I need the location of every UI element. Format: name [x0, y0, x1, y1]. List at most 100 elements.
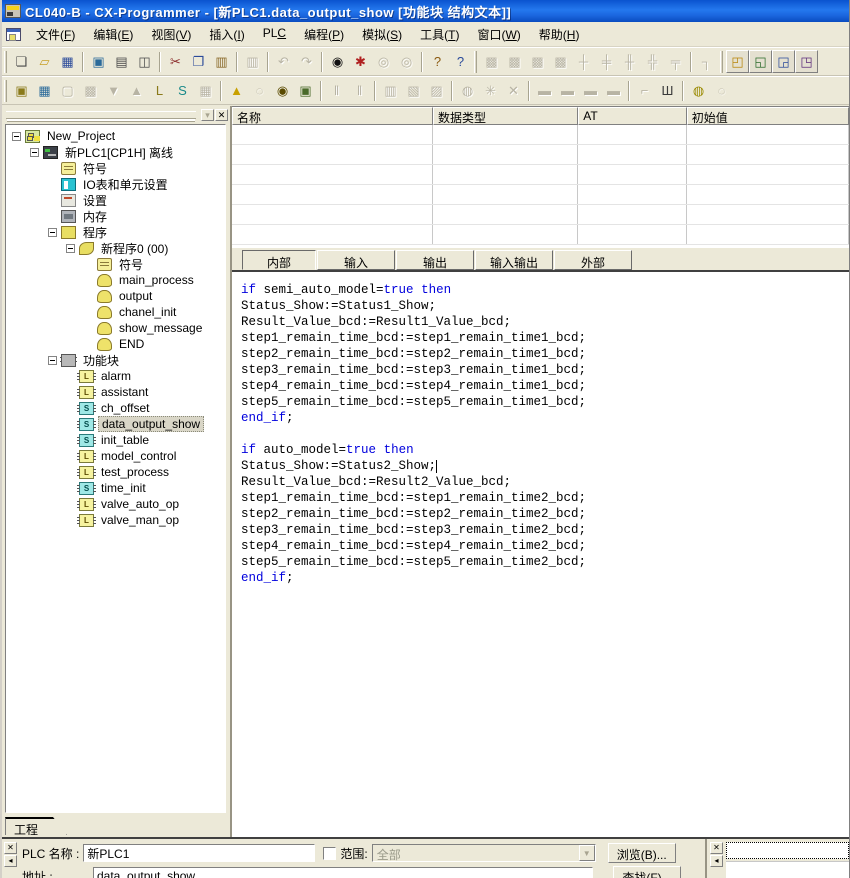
work-online-simulator-button[interactable]: ▦ [33, 79, 56, 102]
tree-item-output[interactable]: output [6, 288, 225, 304]
watch-cell-2[interactable] [726, 861, 849, 878]
find-error-button[interactable]: ◉ [271, 79, 294, 102]
tree-item-ch_offset[interactable]: Sch_offset [6, 400, 225, 416]
address-bar-collapse-icon[interactable]: ◂ [4, 855, 17, 867]
print-button[interactable]: ▤ [110, 50, 133, 73]
toolbar-grip[interactable] [720, 51, 723, 73]
tree-item--0-00-[interactable]: 新程序0 (00) [6, 240, 225, 256]
tree-expander-icon[interactable] [48, 228, 57, 237]
tree-item--[interactable]: 功能块 [6, 352, 225, 368]
tree-item--plc1-cp1h-[interactable]: 新PLC1[CP1H] 离线 [6, 144, 225, 160]
help-button[interactable]: ? [426, 50, 449, 73]
new-file-button[interactable]: ❏ [10, 50, 33, 73]
workspace-drag-grip[interactable] [6, 111, 196, 119]
show-rungs-button[interactable]: Ш [656, 79, 679, 102]
tree-expander-icon[interactable] [48, 356, 57, 365]
tab-输入输出[interactable]: 输入输出 [475, 250, 553, 270]
variable-table-empty-row[interactable] [232, 205, 849, 225]
toolbar-grip[interactable] [474, 51, 477, 73]
paste-button[interactable]: ▥ [210, 50, 233, 73]
tree-item-alarm[interactable]: Lalarm [6, 368, 225, 384]
column-header-AT[interactable]: AT [578, 107, 686, 125]
tree-item-valve_man_op[interactable]: Lvalve_man_op [6, 512, 225, 528]
find-button[interactable]: ◉ [326, 50, 349, 73]
browse-button[interactable]: 浏览(B)... [608, 843, 676, 863]
tab-输出[interactable]: 输出 [396, 250, 474, 270]
menu-item-c[interactable]: PLC [254, 23, 295, 46]
tree-item--[interactable]: 程序 [6, 224, 225, 240]
address-bar-close-icon[interactable]: ✕ [4, 842, 17, 854]
scope-checkbox[interactable] [323, 847, 336, 860]
save-file-button[interactable]: ▦ [56, 50, 79, 73]
tree-item-time_init[interactable]: Stime_init [6, 480, 225, 496]
tree-expander-icon[interactable] [66, 244, 75, 253]
toggle-watch-window-button[interactable]: ◳ [795, 50, 818, 73]
column-header-数据类型[interactable]: 数据类型 [433, 107, 578, 125]
context-help-button[interactable]: ? [449, 50, 472, 73]
menu-item-f[interactable]: 文件(F) [27, 23, 84, 46]
menu-item-t[interactable]: 工具(T) [411, 23, 468, 46]
toggle-ladder-window-button[interactable]: ◱ [749, 50, 772, 73]
cut-button[interactable]: ✂ [164, 50, 187, 73]
tree-item--[interactable]: 设置 [6, 192, 225, 208]
compile-button[interactable]: ▣ [87, 50, 110, 73]
tree-expander-icon[interactable] [30, 148, 39, 157]
tab-内部[interactable]: 内部 [242, 250, 316, 270]
tree-item-test_process[interactable]: Ltest_process [6, 464, 225, 480]
address-input[interactable] [93, 867, 593, 878]
new-st-function-block-button[interactable]: S [171, 79, 194, 102]
toggle-mnemonic-window-button[interactable]: ◲ [772, 50, 795, 73]
tree-item-new_project[interactable]: New_Project [6, 128, 225, 144]
watch-collapse-icon[interactable]: ◂ [710, 855, 723, 867]
tree-item-end[interactable]: END [6, 336, 225, 352]
copy-button[interactable]: ❐ [187, 50, 210, 73]
plc-error-log-button[interactable]: ▣ [294, 79, 317, 102]
tree-item-assistant[interactable]: Lassistant [6, 384, 225, 400]
st-code-editor[interactable]: if semi_auto_model=true thenStatus_Show:… [232, 272, 849, 837]
watch-cell[interactable] [726, 842, 849, 859]
compile-program-check-button[interactable]: ▲ [225, 79, 248, 102]
tree-item-chanel_init[interactable]: chanel_init [6, 304, 225, 320]
variable-table-empty-row[interactable] [232, 185, 849, 205]
toolbar-grip[interactable] [4, 80, 7, 102]
variable-table-empty-row[interactable] [232, 125, 849, 145]
menu-item-e[interactable]: 编辑(E) [84, 23, 142, 46]
variable-table-empty-row[interactable] [232, 165, 849, 185]
tab-输入[interactable]: 输入 [317, 250, 395, 270]
tree-item--[interactable]: 符号 [6, 256, 225, 272]
tree-item-main_process[interactable]: main_process [6, 272, 225, 288]
variable-table-empty-row[interactable] [232, 145, 849, 165]
tree-item-io-[interactable]: IO表和单元设置 [6, 176, 225, 192]
print-preview-button[interactable]: ◫ [133, 50, 156, 73]
find-button-bottom[interactable]: 查找(F)... [613, 866, 681, 878]
menu-item-p[interactable]: 编程(P) [295, 23, 353, 46]
menu-item-w[interactable]: 窗口(W) [468, 23, 529, 46]
tree-item-model_control[interactable]: Lmodel_control [6, 448, 225, 464]
menu-item-s[interactable]: 模拟(S) [353, 23, 411, 46]
plc-name-input[interactable] [83, 844, 315, 862]
menu-item-i[interactable]: 插入(I) [200, 23, 253, 46]
tree-item--[interactable]: 内存 [6, 208, 225, 224]
new-plc-button[interactable]: ▣ [10, 79, 33, 102]
address-reference-tool-button[interactable]: ✱ [349, 50, 372, 73]
tab-外部[interactable]: 外部 [554, 250, 632, 270]
tree-item--[interactable]: 符号 [6, 160, 225, 176]
menu-item-h[interactable]: 帮助(H) [530, 23, 589, 46]
tree-item-show_message[interactable]: show_message [6, 320, 225, 336]
column-header-初始值[interactable]: 初始值 [687, 107, 849, 125]
variable-table-empty-row[interactable] [232, 225, 849, 245]
tree-item-valve_auto_op[interactable]: Lvalve_auto_op [6, 496, 225, 512]
tree-item-data_output_show[interactable]: Sdata_output_show [6, 416, 225, 432]
window-titlebar[interactable]: CL040-B - CX-Programmer - [新PLC1.data_ou… [2, 0, 849, 22]
workspace-dropdown-icon[interactable]: ▾ [201, 109, 214, 121]
toolbar-grip[interactable] [4, 51, 7, 73]
open-file-button[interactable]: ▱ [33, 50, 56, 73]
set-protect-button[interactable]: ◍ [687, 79, 710, 102]
menu-item-v[interactable]: 视图(V) [142, 23, 200, 46]
watch-close-icon[interactable]: ✕ [710, 842, 723, 854]
workspace-close-icon[interactable]: ✕ [215, 109, 228, 121]
document-window-icon[interactable] [6, 28, 21, 41]
toggle-project-workspace-button[interactable]: ◰ [726, 50, 749, 73]
tree-item-init_table[interactable]: Sinit_table [6, 432, 225, 448]
column-header-名称[interactable]: 名称 [232, 107, 433, 125]
